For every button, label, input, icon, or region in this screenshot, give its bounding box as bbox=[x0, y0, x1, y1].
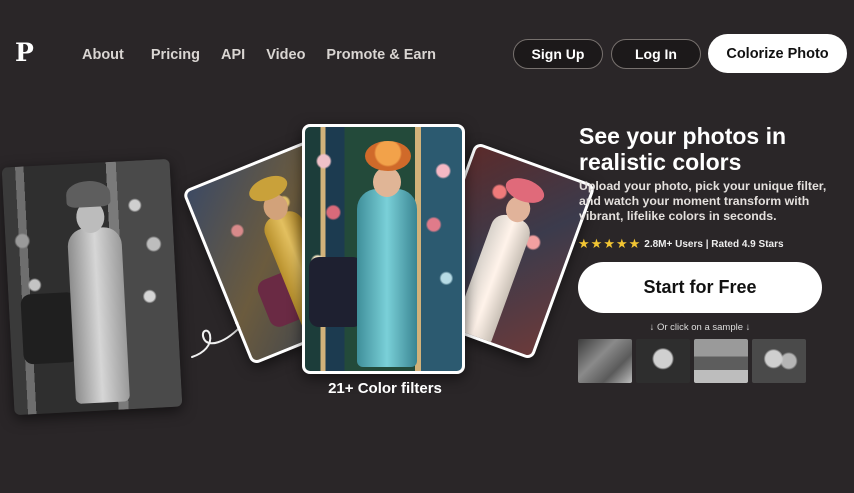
colorize-photo-button[interactable]: Colorize Photo bbox=[708, 34, 847, 73]
hero-description: Upload your photo, pick your unique filt… bbox=[579, 179, 827, 223]
nav-video[interactable]: Video bbox=[266, 47, 305, 63]
star-icon: ★ bbox=[590, 236, 603, 251]
nav-about[interactable]: About bbox=[82, 47, 124, 63]
rating-row: ★ ★ ★ ★ ★ 2.8M+ Users | Rated 4.9 Stars bbox=[578, 236, 784, 252]
main-nav: About Pricing API Video Promote & Earn bbox=[82, 47, 457, 63]
star-icon: ★ bbox=[615, 236, 628, 251]
photo-figure bbox=[357, 189, 417, 367]
log-in-button[interactable]: Log In bbox=[611, 39, 701, 69]
black-white-photo bbox=[1, 158, 183, 416]
sample-photo-2[interactable] bbox=[636, 339, 690, 383]
color-filters-label: 21+ Color filters bbox=[328, 380, 442, 397]
colorized-photo-card bbox=[302, 124, 465, 374]
photo-figure-headdress bbox=[365, 141, 411, 171]
star-icon: ★ bbox=[603, 236, 615, 251]
sample-photo-1[interactable] bbox=[578, 339, 632, 383]
nav-pricing[interactable]: Pricing bbox=[151, 47, 200, 63]
sample-photos bbox=[578, 339, 810, 383]
photo-figure-headdress bbox=[65, 179, 111, 209]
sample-photo-3[interactable] bbox=[694, 339, 748, 383]
photo-figure bbox=[66, 226, 131, 404]
photo-chair bbox=[309, 257, 363, 327]
sign-up-button[interactable]: Sign Up bbox=[513, 39, 603, 69]
sample-photo-4[interactable] bbox=[752, 339, 806, 383]
start-for-free-button[interactable]: Start for Free bbox=[578, 262, 822, 313]
nav-api[interactable]: API bbox=[221, 47, 245, 63]
rating-text: 2.8M+ Users | Rated 4.9 Stars bbox=[644, 238, 784, 250]
star-icon: ★ bbox=[578, 236, 590, 251]
star-icon: ★ bbox=[628, 236, 641, 251]
hero-title: See your photos in realistic colors bbox=[579, 123, 787, 175]
logo[interactable]: P bbox=[15, 38, 34, 67]
sample-hint: ↓ Or click on a sample ↓ bbox=[649, 322, 751, 333]
photo-figure-head bbox=[373, 167, 401, 197]
nav-promote-earn[interactable]: Promote & Earn bbox=[326, 47, 436, 63]
